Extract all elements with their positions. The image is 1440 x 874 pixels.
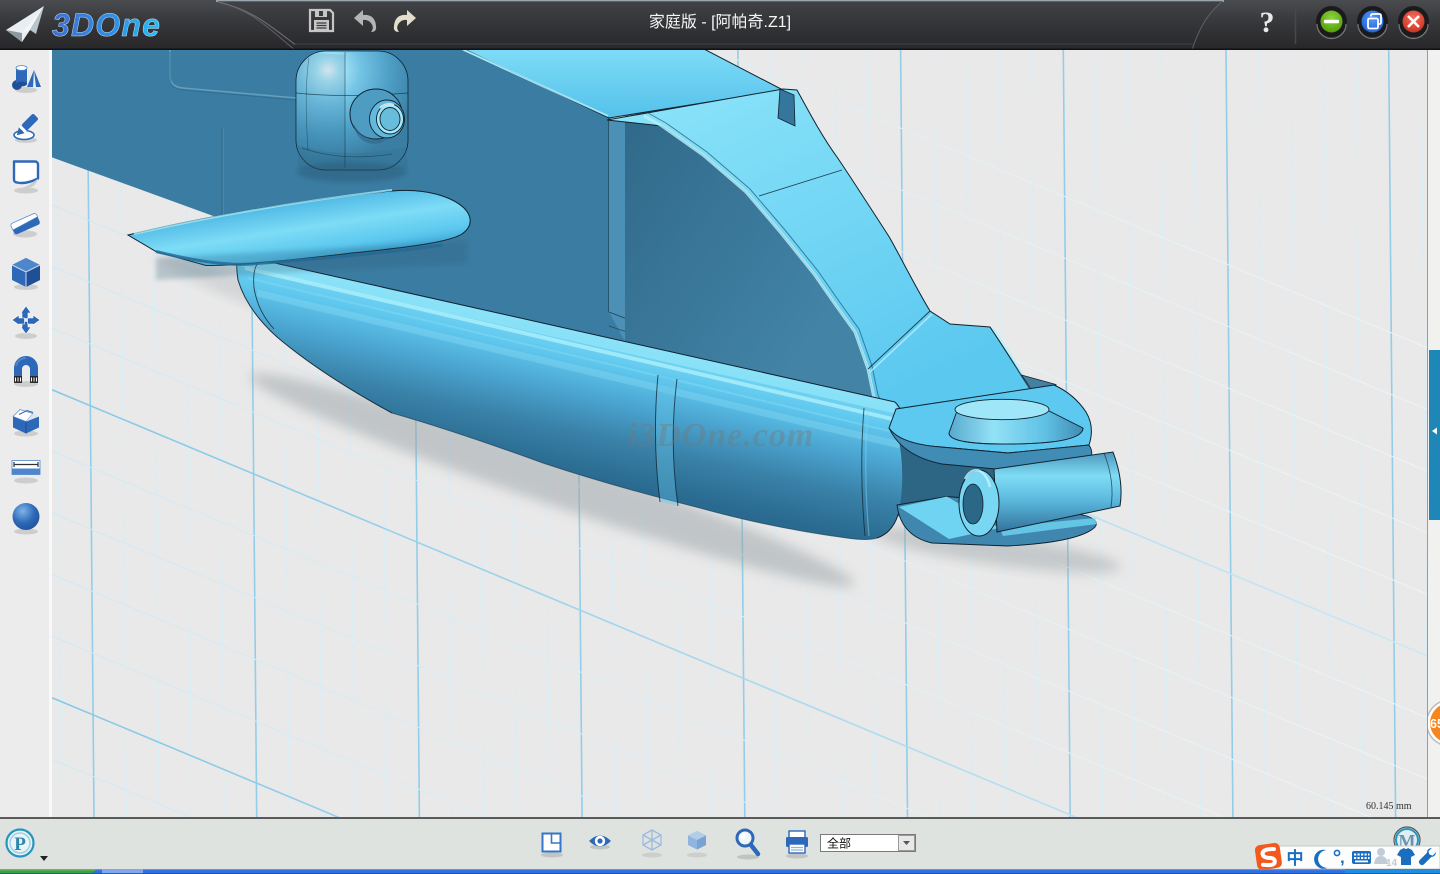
svg-text:全部: 全部 — [827, 836, 851, 851]
svg-text:,: , — [1340, 848, 1345, 867]
svg-text:?: ? — [1260, 6, 1275, 39]
svg-text:65: 65 — [1430, 717, 1440, 731]
svg-text:家庭版 - [阿帕奇.Z1]: 家庭版 - [阿帕奇.Z1] — [649, 13, 791, 31]
svg-text:3DOne: 3DOne — [52, 7, 161, 43]
svg-text:14: 14 — [1386, 858, 1398, 869]
svg-text:P: P — [14, 834, 26, 855]
svg-text:i3DOne.com: i3DOne.com — [628, 417, 815, 454]
svg-text:中: 中 — [1287, 848, 1304, 868]
